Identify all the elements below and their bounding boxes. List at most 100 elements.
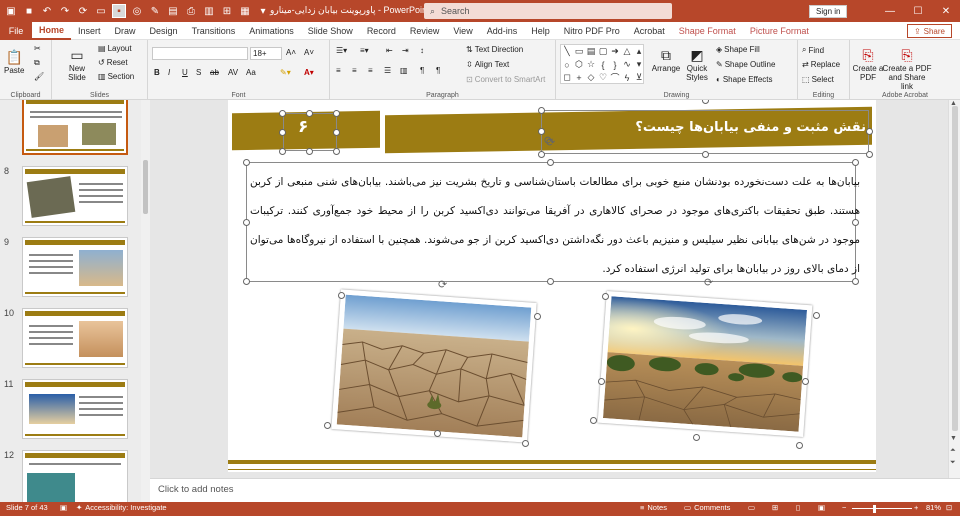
fit-slide-icon[interactable]: ⊡ (946, 503, 952, 512)
increase-font-icon[interactable]: A˄ (286, 48, 296, 57)
zoom-slider-thumb[interactable] (873, 505, 876, 513)
resize-handle[interactable] (693, 434, 700, 441)
tab-slide-show[interactable]: Slide Show (301, 22, 360, 40)
slide-sorter-icon[interactable]: ⊞ (772, 503, 778, 512)
new-slide-button[interactable]: ▭ New Slide (60, 46, 94, 83)
font-color-icon[interactable]: A▾ (304, 68, 314, 77)
more-shapes-icon[interactable]: ▴ (637, 46, 642, 57)
resize-handle[interactable] (333, 148, 340, 155)
ltr-icon[interactable]: ¶ (420, 66, 424, 75)
curve-shape-icon[interactable]: ∿ (623, 59, 631, 70)
align-left-icon[interactable]: ≡ (336, 66, 341, 75)
text-direction-button[interactable]: ⇅ Text Direction (466, 45, 523, 54)
slide-counter[interactable]: Slide 7 of 43 (6, 503, 48, 512)
format-painter-icon[interactable]: ✎ (148, 4, 162, 18)
reset-button[interactable]: ↺ Reset (98, 58, 128, 67)
spelling-icon[interactable]: ▣ (60, 503, 67, 512)
notes-placeholder[interactable]: Click to add notes (158, 484, 234, 495)
tab-view[interactable]: View (446, 22, 479, 40)
grid-icon[interactable]: ⊞ (220, 4, 234, 18)
format-painter-icon[interactable]: 🖌 (34, 72, 44, 81)
thumbnail-12[interactable]: 12 (0, 450, 140, 502)
normal-view-icon[interactable]: ▭ (748, 503, 755, 512)
line-spacing-icon[interactable]: ↕ (420, 46, 424, 55)
resize-handle[interactable] (306, 110, 313, 117)
replace-button[interactable]: ⇄ Replace (802, 60, 840, 69)
select-button[interactable]: ⬚ Select (802, 75, 834, 84)
resize-handle[interactable] (534, 313, 541, 320)
section-button[interactable]: ▥ Section (98, 72, 134, 81)
quick-styles-button[interactable]: ◩ Quick Styles (682, 46, 712, 83)
thumbnail-8[interactable]: 8 (0, 166, 140, 232)
record-icon[interactable]: ◎ (130, 4, 144, 18)
align-text-button[interactable]: ⇳ Align Text (466, 60, 509, 69)
tab-nitro-pdf[interactable]: Nitro PDF Pro (557, 22, 627, 40)
resize-handle[interactable] (324, 422, 331, 429)
reading-view-icon[interactable]: ▯ (796, 503, 800, 512)
bullets-icon[interactable]: ☰▾ (336, 46, 347, 55)
copy-icon[interactable]: ⧉ (34, 58, 40, 68)
accessibility-status[interactable]: ✦ Accessibility: Investigate (76, 503, 167, 512)
maximize-icon[interactable]: ☐ (904, 0, 932, 22)
search-box[interactable]: ⌕ Search (424, 3, 672, 19)
slide-scrollbar[interactable]: ▲ ▼ ⏶ ⏷ (948, 100, 960, 478)
resize-handle[interactable] (547, 159, 554, 166)
repeat-icon[interactable]: ⟳ (76, 4, 90, 18)
triangle-shape-icon[interactable]: △ (624, 46, 631, 57)
scroll-down-icon[interactable]: ▼ (950, 435, 957, 442)
thumbnail-7[interactable] (0, 100, 140, 161)
shapes-gallery[interactable]: ╲ ▭ ▤ ▢ ➜ △ ▴ ○ ⬡ ☆ { } ∿ ▾ ◻ + ◇ ♡ ⌒ ϟ … (560, 44, 644, 84)
pdf-icon[interactable]: ▥ (202, 4, 216, 18)
shape-effects-button[interactable]: ◐ Shape Effects (716, 75, 773, 84)
rounded-rect-icon[interactable]: ▢ (599, 46, 608, 57)
resize-handle[interactable] (279, 129, 286, 136)
decrease-indent-icon[interactable]: ⇤ (386, 46, 393, 55)
tab-acrobat[interactable]: Acrobat (627, 22, 672, 40)
thumbnail-scrollbar[interactable] (141, 100, 150, 502)
tab-file[interactable]: File (0, 21, 32, 40)
resize-handle[interactable] (243, 219, 250, 226)
tab-help[interactable]: Help (524, 22, 557, 40)
convert-smartart-button[interactable]: ⊡ Convert to SmartArt (466, 75, 545, 84)
create-pdf-button[interactable]: ⎘ Create a PDF (852, 46, 884, 83)
resize-handle[interactable] (702, 100, 709, 104)
redo-icon[interactable]: ↷ (58, 4, 72, 18)
resize-handle[interactable] (279, 148, 286, 155)
resize-handle[interactable] (538, 151, 545, 158)
resize-handle[interactable] (796, 442, 803, 449)
resize-handle[interactable] (306, 148, 313, 155)
strikethrough-icon[interactable]: ab (210, 68, 219, 77)
from-beginning-icon[interactable]: ▭ (94, 4, 108, 18)
shape-outline-button[interactable]: ✎ Shape Outline (716, 60, 775, 69)
oval-shape-icon[interactable]: ○ (564, 60, 569, 70)
print-icon[interactable]: ⎙ (184, 4, 198, 18)
resize-handle[interactable] (598, 378, 605, 385)
thumbnail-image[interactable] (22, 379, 128, 439)
slideshow-icon[interactable]: ▣ (818, 503, 825, 512)
zoom-level[interactable]: 81% (926, 503, 941, 512)
tab-review[interactable]: Review (403, 22, 447, 40)
highlight-icon[interactable]: ✎▾ (280, 68, 291, 77)
bracket-shape-icon[interactable]: } (613, 60, 616, 70)
tab-animations[interactable]: Animations (242, 22, 301, 40)
textbox-shape-icon[interactable]: ▤ (587, 46, 596, 57)
tab-insert[interactable]: Insert (71, 22, 108, 40)
paste-button[interactable]: 📋 Paste (4, 48, 24, 76)
resize-handle[interactable] (333, 110, 340, 117)
plus-shape-icon[interactable]: + (576, 73, 581, 83)
thumbnail-image[interactable] (22, 100, 128, 155)
resize-handle[interactable] (434, 430, 441, 437)
customize-qat-icon[interactable]: ▾ (256, 4, 270, 18)
scroll-thumb[interactable] (143, 160, 148, 214)
zoom-slider[interactable] (852, 508, 912, 509)
tab-home[interactable]: Home (32, 22, 72, 40)
star-shape-icon[interactable]: ☆ (587, 59, 595, 70)
numbering-icon[interactable]: ≡▾ (360, 46, 369, 55)
slide-body-text[interactable]: بیابان‌ها به علت دست‌نخورده بودنشان منبع… (250, 168, 860, 284)
tab-design[interactable]: Design (143, 22, 185, 40)
notes-toggle[interactable]: ≡ Notes (640, 503, 667, 512)
tab-shape-format[interactable]: Shape Format (672, 22, 743, 40)
previous-slide-icon[interactable]: ⏶ (950, 447, 956, 455)
zoom-out-icon[interactable]: − (842, 503, 846, 512)
scroll-shape-icon[interactable]: ▾ (637, 59, 642, 70)
